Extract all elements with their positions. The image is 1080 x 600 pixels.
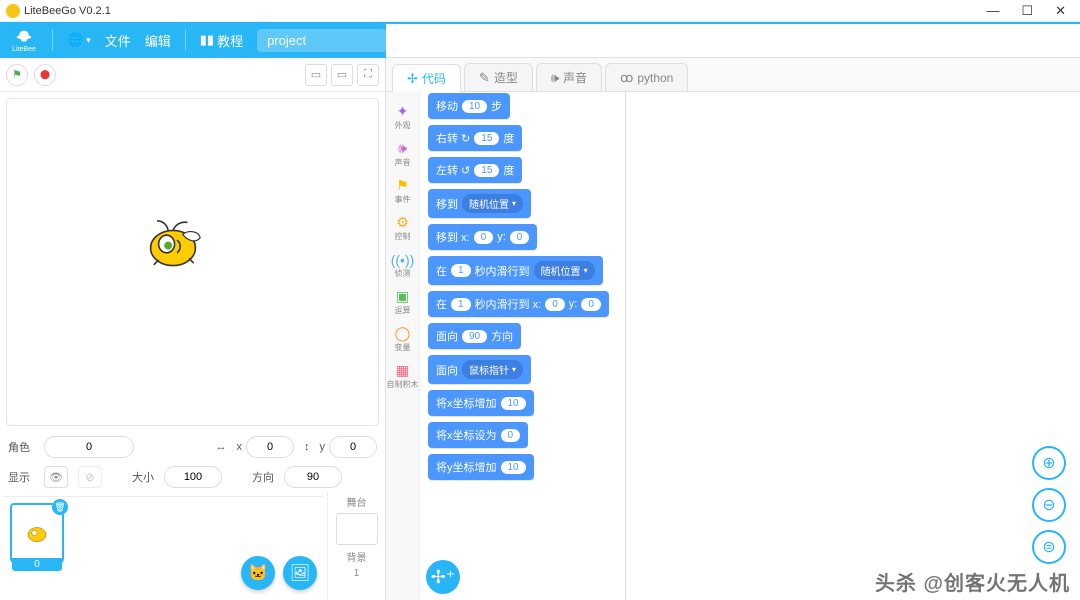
tutorial-button[interactable]: ▮▮教程 <box>200 31 243 50</box>
code-icon: ✢ <box>407 71 418 87</box>
show-button[interactable]: 👁 <box>44 466 68 488</box>
costume-icon: ✎ <box>479 70 490 86</box>
sprite-caption: 0 <box>12 558 62 571</box>
motion-block[interactable]: 移动10步 <box>428 93 510 119</box>
motion-block[interactable]: 面向90方向 <box>428 323 521 349</box>
block-number-input[interactable]: 1 <box>451 298 471 311</box>
motion-block[interactable]: 将x坐标设为0 <box>428 422 528 448</box>
motion-block[interactable]: 移到随机位置 <box>428 189 531 218</box>
script-workspace[interactable]: ⊕ ⊖ ⊜ <box>626 58 1080 600</box>
category-外观[interactable]: ✦外观 <box>387 99 419 135</box>
category-运算[interactable]: ▣运算 <box>387 284 419 320</box>
sprite-x-input[interactable] <box>246 436 294 458</box>
block-number-input[interactable]: 0 <box>474 231 494 244</box>
tab-sound[interactable]: 🕪声音 <box>536 63 602 91</box>
motion-block[interactable]: 在1秒内滑行到 x:0y:0 <box>428 291 609 317</box>
file-menu[interactable]: 文件 <box>105 31 131 50</box>
motion-block[interactable]: 将x坐标增加10 <box>428 390 534 416</box>
fullscreen-button[interactable]: ⛶ <box>357 64 379 86</box>
tab-python[interactable]: ꝏpython <box>605 63 688 91</box>
category-变量[interactable]: ◯变量 <box>387 321 419 357</box>
block-number-input[interactable]: 0 <box>581 298 601 311</box>
block-dropdown[interactable]: 鼠标指针 <box>462 360 523 379</box>
book-icon: ▮▮ <box>200 32 214 48</box>
sprite-y-input[interactable] <box>329 436 377 458</box>
window-titlebar: LiteBeeGo V0.2.1 — ☐ ✕ <box>0 0 1080 22</box>
zoom-reset-button[interactable]: ⊜ <box>1032 530 1066 564</box>
motion-block[interactable]: 在1秒内滑行到随机位置 <box>428 256 603 285</box>
backdrop-label: 背景 <box>347 549 367 564</box>
block-number-input[interactable]: 15 <box>474 132 499 145</box>
delete-sprite-button[interactable]: 🗑 <box>52 499 68 515</box>
show-label: 显示 <box>8 469 34 485</box>
block-palette: 运动 移动10步右转 ↻15度左转 ↺15度移到随机位置移到 x:0y:0在1秒… <box>420 58 625 486</box>
add-extension-button[interactable]: ✢⁺ <box>426 560 460 594</box>
block-number-input[interactable]: 15 <box>474 164 499 177</box>
category-list: ✢运动✦外观🕪声音⚑事件⚙控制((•))侦测▣运算◯变量▦自制积木 <box>386 58 420 600</box>
block-dropdown[interactable]: 随机位置 <box>534 261 595 280</box>
category-声音[interactable]: 🕪声音 <box>387 136 419 172</box>
sprite-name-input[interactable] <box>44 436 134 458</box>
minimize-button[interactable]: — <box>986 3 999 19</box>
sound-icon: 🕪 <box>551 70 559 86</box>
size-label: 大小 <box>132 469 154 485</box>
bee-sprite[interactable] <box>133 212 213 272</box>
block-number-input[interactable]: 0 <box>501 429 521 442</box>
stage-controls: ⚑ ⬤ ▭ ▭ ⛶ <box>0 58 385 92</box>
motion-block[interactable]: 左转 ↺15度 <box>428 157 522 183</box>
globe-icon: 🌐 <box>67 32 83 48</box>
hide-button[interactable]: ⊘ <box>78 466 102 488</box>
app-logo[interactable]: LiteBee <box>10 27 38 53</box>
green-flag-button[interactable]: ⚑ <box>6 64 28 86</box>
stage-large-button[interactable]: ▭ <box>331 64 353 86</box>
motion-block[interactable]: 右转 ↻15度 <box>428 125 522 151</box>
stage-canvas[interactable] <box>6 98 379 426</box>
window-title: LiteBeeGo V0.2.1 <box>24 5 111 17</box>
language-menu[interactable]: 🌐▾ <box>67 32 91 48</box>
tab-costume[interactable]: ✎造型 <box>464 63 533 91</box>
motion-block[interactable]: 将y坐标增加10 <box>428 454 534 480</box>
block-number-input[interactable]: 0 <box>545 298 565 311</box>
stage-thumbnail[interactable] <box>336 513 378 545</box>
edit-menu[interactable]: 编辑 <box>145 31 171 50</box>
block-number-input[interactable]: 90 <box>462 330 487 343</box>
backdrop-count: 1 <box>354 568 360 579</box>
block-number-input[interactable]: 10 <box>501 461 526 474</box>
app-icon <box>6 4 20 18</box>
block-number-input[interactable]: 10 <box>462 100 487 113</box>
motion-block[interactable]: 移到 x:0y:0 <box>428 224 537 250</box>
block-number-input[interactable]: 10 <box>501 397 526 410</box>
python-icon: ꝏ <box>620 70 633 86</box>
category-控制[interactable]: ⚙控制 <box>387 210 419 246</box>
direction-label: 方向 <box>252 469 274 485</box>
zoom-out-button[interactable]: ⊖ <box>1032 488 1066 522</box>
add-sprite-button[interactable]: 🐱 <box>241 556 275 590</box>
block-dropdown[interactable]: 随机位置 <box>462 194 523 213</box>
xy-swap-icon: ↔ <box>216 441 227 453</box>
project-name-input[interactable]: project <box>257 29 387 52</box>
category-事件[interactable]: ⚑事件 <box>387 173 419 209</box>
add-backdrop-button[interactable]: 🖼 <box>283 556 317 590</box>
stop-button[interactable]: ⬤ <box>34 64 56 86</box>
y-arrow-icon: ↕ <box>304 441 310 453</box>
zoom-in-button[interactable]: ⊕ <box>1032 446 1066 480</box>
block-number-input[interactable]: 1 <box>451 264 471 277</box>
maximize-button[interactable]: ☐ <box>1021 3 1033 19</box>
close-button[interactable]: ✕ <box>1055 3 1066 19</box>
logo-text: LiteBee <box>12 46 36 53</box>
category-侦测[interactable]: ((•))侦测 <box>387 247 419 283</box>
sprite-size-input[interactable] <box>164 466 222 488</box>
block-number-input[interactable]: 0 <box>510 231 530 244</box>
tab-code[interactable]: ✢代码 <box>392 64 461 92</box>
stage-small-button[interactable]: ▭ <box>305 64 327 86</box>
sprite-direction-input[interactable] <box>284 466 342 488</box>
stage-label: 舞台 <box>347 494 367 509</box>
sprite-thumbnail[interactable]: 🗑 0 <box>10 503 64 563</box>
category-自制积木[interactable]: ▦自制积木 <box>387 358 419 394</box>
role-label: 角色 <box>8 439 34 455</box>
motion-block[interactable]: 面向鼠标指针 <box>428 355 531 384</box>
